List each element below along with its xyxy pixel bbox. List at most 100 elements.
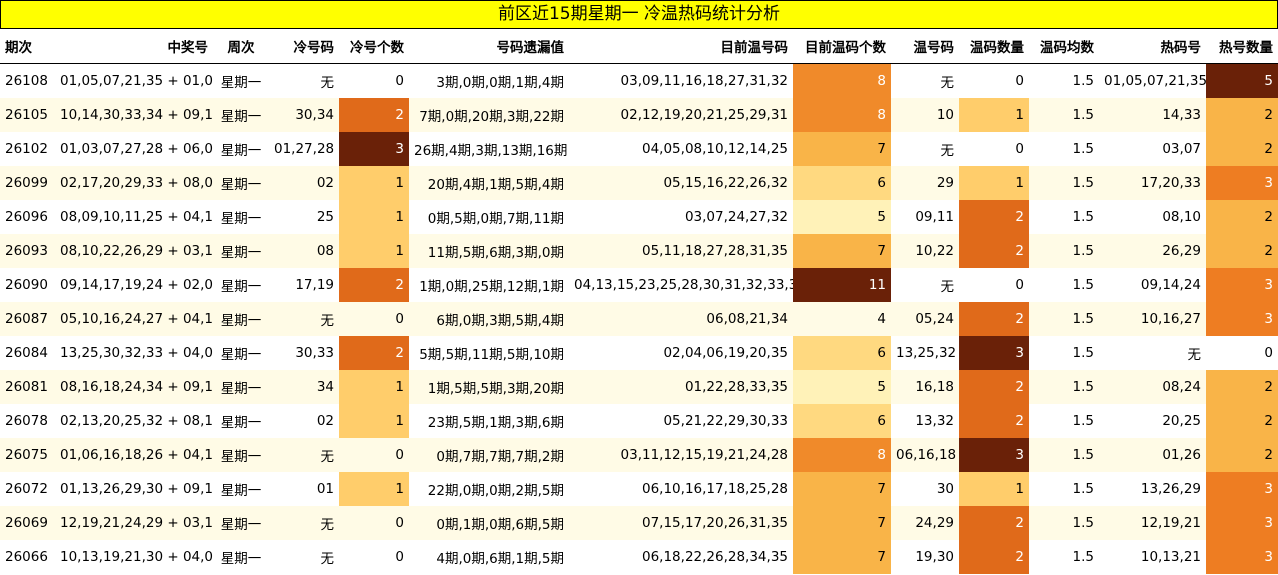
header-warm-current: 目前温号码	[569, 29, 793, 64]
cell-cold-count: 2	[339, 268, 409, 302]
cell-warm-average: 1.5	[1029, 98, 1099, 132]
cell-miss-values: 22期,0期,0期,2期,5期	[409, 472, 569, 506]
cell-hot-count: 2	[1206, 200, 1278, 234]
cell-cold-count: 2	[339, 336, 409, 370]
cell-cold-numbers: 08	[269, 234, 339, 268]
cell-hot-numbers: 01,26	[1099, 438, 1206, 472]
cell-period: 26108	[0, 63, 55, 98]
cell-hot-numbers: 12,19,21	[1099, 506, 1206, 540]
cell-hot-numbers: 03,07	[1099, 132, 1206, 166]
cell-hot-count: 0	[1206, 336, 1278, 370]
cell-warm-average: 1.5	[1029, 166, 1099, 200]
cell-hot-count: 2	[1206, 98, 1278, 132]
cell-warm-current: 03,09,11,16,18,27,31,32	[569, 63, 793, 98]
cell-warm-current-count: 6	[793, 166, 891, 200]
cell-cold-numbers: 17,19	[269, 268, 339, 302]
cell-warm-current: 05,11,18,27,28,31,35	[569, 234, 793, 268]
cell-cold-numbers: 02	[269, 166, 339, 200]
cell-hot-count: 3	[1206, 166, 1278, 200]
cell-winning-numbers: 05,10,16,24,27 + 04,10	[55, 302, 213, 336]
header-hot-count: 热号数量	[1206, 29, 1278, 64]
cell-miss-values: 11期,5期,6期,3期,0期	[409, 234, 569, 268]
cell-warm-numbers: 13,32	[891, 404, 959, 438]
header-period: 期次	[0, 29, 55, 64]
header-warm-numbers: 温号码	[891, 29, 959, 64]
cell-warm-current: 05,21,22,29,30,33	[569, 404, 793, 438]
cell-hot-count: 3	[1206, 268, 1278, 302]
cell-weekday: 星期一	[213, 336, 269, 370]
cell-hot-numbers: 09,14,24	[1099, 268, 1206, 302]
cell-weekday: 星期一	[213, 438, 269, 472]
cell-cold-count: 0	[339, 302, 409, 336]
cell-winning-numbers: 01,03,07,27,28 + 06,07	[55, 132, 213, 166]
cell-warm-average: 1.5	[1029, 200, 1099, 234]
stats-table: 期次 中奖号 周次 冷号码 冷号个数 号码遗漏值 目前温号码 目前温码个数 温号…	[0, 29, 1278, 574]
cell-cold-numbers: 34	[269, 370, 339, 404]
cell-miss-values: 20期,4期,1期,5期,4期	[409, 166, 569, 200]
cell-cold-numbers: 01	[269, 472, 339, 506]
cell-hot-numbers: 26,29	[1099, 234, 1206, 268]
cell-winning-numbers: 12,19,21,24,29 + 03,10	[55, 506, 213, 540]
cell-hot-count: 3	[1206, 302, 1278, 336]
cell-warm-count: 1	[959, 98, 1029, 132]
cell-cold-count: 1	[339, 234, 409, 268]
cell-warm-current-count: 7	[793, 472, 891, 506]
cell-cold-numbers: 无	[269, 438, 339, 472]
cell-period: 26093	[0, 234, 55, 268]
cell-warm-current-count: 7	[793, 506, 891, 540]
cell-warm-current: 06,10,16,17,18,25,28	[569, 472, 793, 506]
cell-hot-numbers: 01,05,07,21,35	[1099, 63, 1206, 98]
cell-warm-current-count: 7	[793, 234, 891, 268]
cell-warm-numbers: 29	[891, 166, 959, 200]
cell-warm-count: 3	[959, 336, 1029, 370]
cell-cold-count: 0	[339, 63, 409, 98]
table-row: 26093 08,10,22,26,29 + 03,10 星期一 08 1 11期,5期,…	[0, 234, 1278, 268]
cell-warm-count: 0	[959, 268, 1029, 302]
cell-cold-numbers: 30,34	[269, 98, 339, 132]
table-row: 26069 12,19,21,24,29 + 03,10 星期一无 0 0期,1期,0期…	[0, 506, 1278, 540]
cell-weekday: 星期一	[213, 540, 269, 574]
cell-warm-numbers: 05,24	[891, 302, 959, 336]
cell-warm-average: 1.5	[1029, 63, 1099, 98]
header-warm-average: 温码均数	[1029, 29, 1099, 64]
cell-hot-numbers: 10,13,21	[1099, 540, 1206, 574]
table-row: 26075 01,06,16,18,26 + 04,10 星期一无 0 0期,7期,7期…	[0, 438, 1278, 472]
cell-winning-numbers: 01,06,16,18,26 + 04,10	[55, 438, 213, 472]
cell-warm-average: 1.5	[1029, 370, 1099, 404]
cell-warm-current: 02,04,06,19,20,35	[569, 336, 793, 370]
cell-warm-count: 0	[959, 132, 1029, 166]
cell-miss-values: 7期,0期,20期,3期,22期	[409, 98, 569, 132]
cell-cold-count: 1	[339, 472, 409, 506]
cell-cold-numbers: 无	[269, 63, 339, 98]
cell-winning-numbers: 13,25,30,32,33 + 04,05	[55, 336, 213, 370]
cell-hot-numbers: 13,26,29	[1099, 472, 1206, 506]
cell-miss-values: 6期,0期,3期,5期,4期	[409, 302, 569, 336]
cell-warm-current-count: 4	[793, 302, 891, 336]
cell-cold-numbers: 无	[269, 302, 339, 336]
cell-warm-average: 1.5	[1029, 302, 1099, 336]
cell-warm-count: 1	[959, 166, 1029, 200]
cell-warm-current-count: 5	[793, 370, 891, 404]
cell-miss-values: 4期,0期,6期,1期,5期	[409, 540, 569, 574]
cell-warm-numbers: 09,11	[891, 200, 959, 234]
cell-hot-numbers: 无	[1099, 336, 1206, 370]
cell-hot-numbers: 20,25	[1099, 404, 1206, 438]
cell-period: 26099	[0, 166, 55, 200]
cell-miss-values: 26期,4期,3期,13期,16期	[409, 132, 569, 166]
cell-miss-values: 3期,0期,0期,1期,4期	[409, 63, 569, 98]
cell-period: 26078	[0, 404, 55, 438]
cell-miss-values: 1期,0期,25期,12期,1期	[409, 268, 569, 302]
cell-winning-numbers: 02,17,20,29,33 + 08,09	[55, 166, 213, 200]
cell-warm-current-count: 8	[793, 438, 891, 472]
cell-cold-count: 0	[339, 506, 409, 540]
cell-weekday: 星期一	[213, 234, 269, 268]
header-hot-numbers: 热码号	[1099, 29, 1206, 64]
cell-miss-values: 0期,1期,0期,6期,5期	[409, 506, 569, 540]
cell-warm-current: 06,18,22,26,28,34,35	[569, 540, 793, 574]
cell-miss-values: 0期,7期,7期,7期,2期	[409, 438, 569, 472]
cell-miss-values: 1期,5期,5期,3期,20期	[409, 370, 569, 404]
cell-winning-numbers: 08,09,10,11,25 + 04,12	[55, 200, 213, 234]
cell-warm-average: 1.5	[1029, 438, 1099, 472]
cell-cold-numbers: 30,33	[269, 336, 339, 370]
cell-period: 26075	[0, 438, 55, 472]
